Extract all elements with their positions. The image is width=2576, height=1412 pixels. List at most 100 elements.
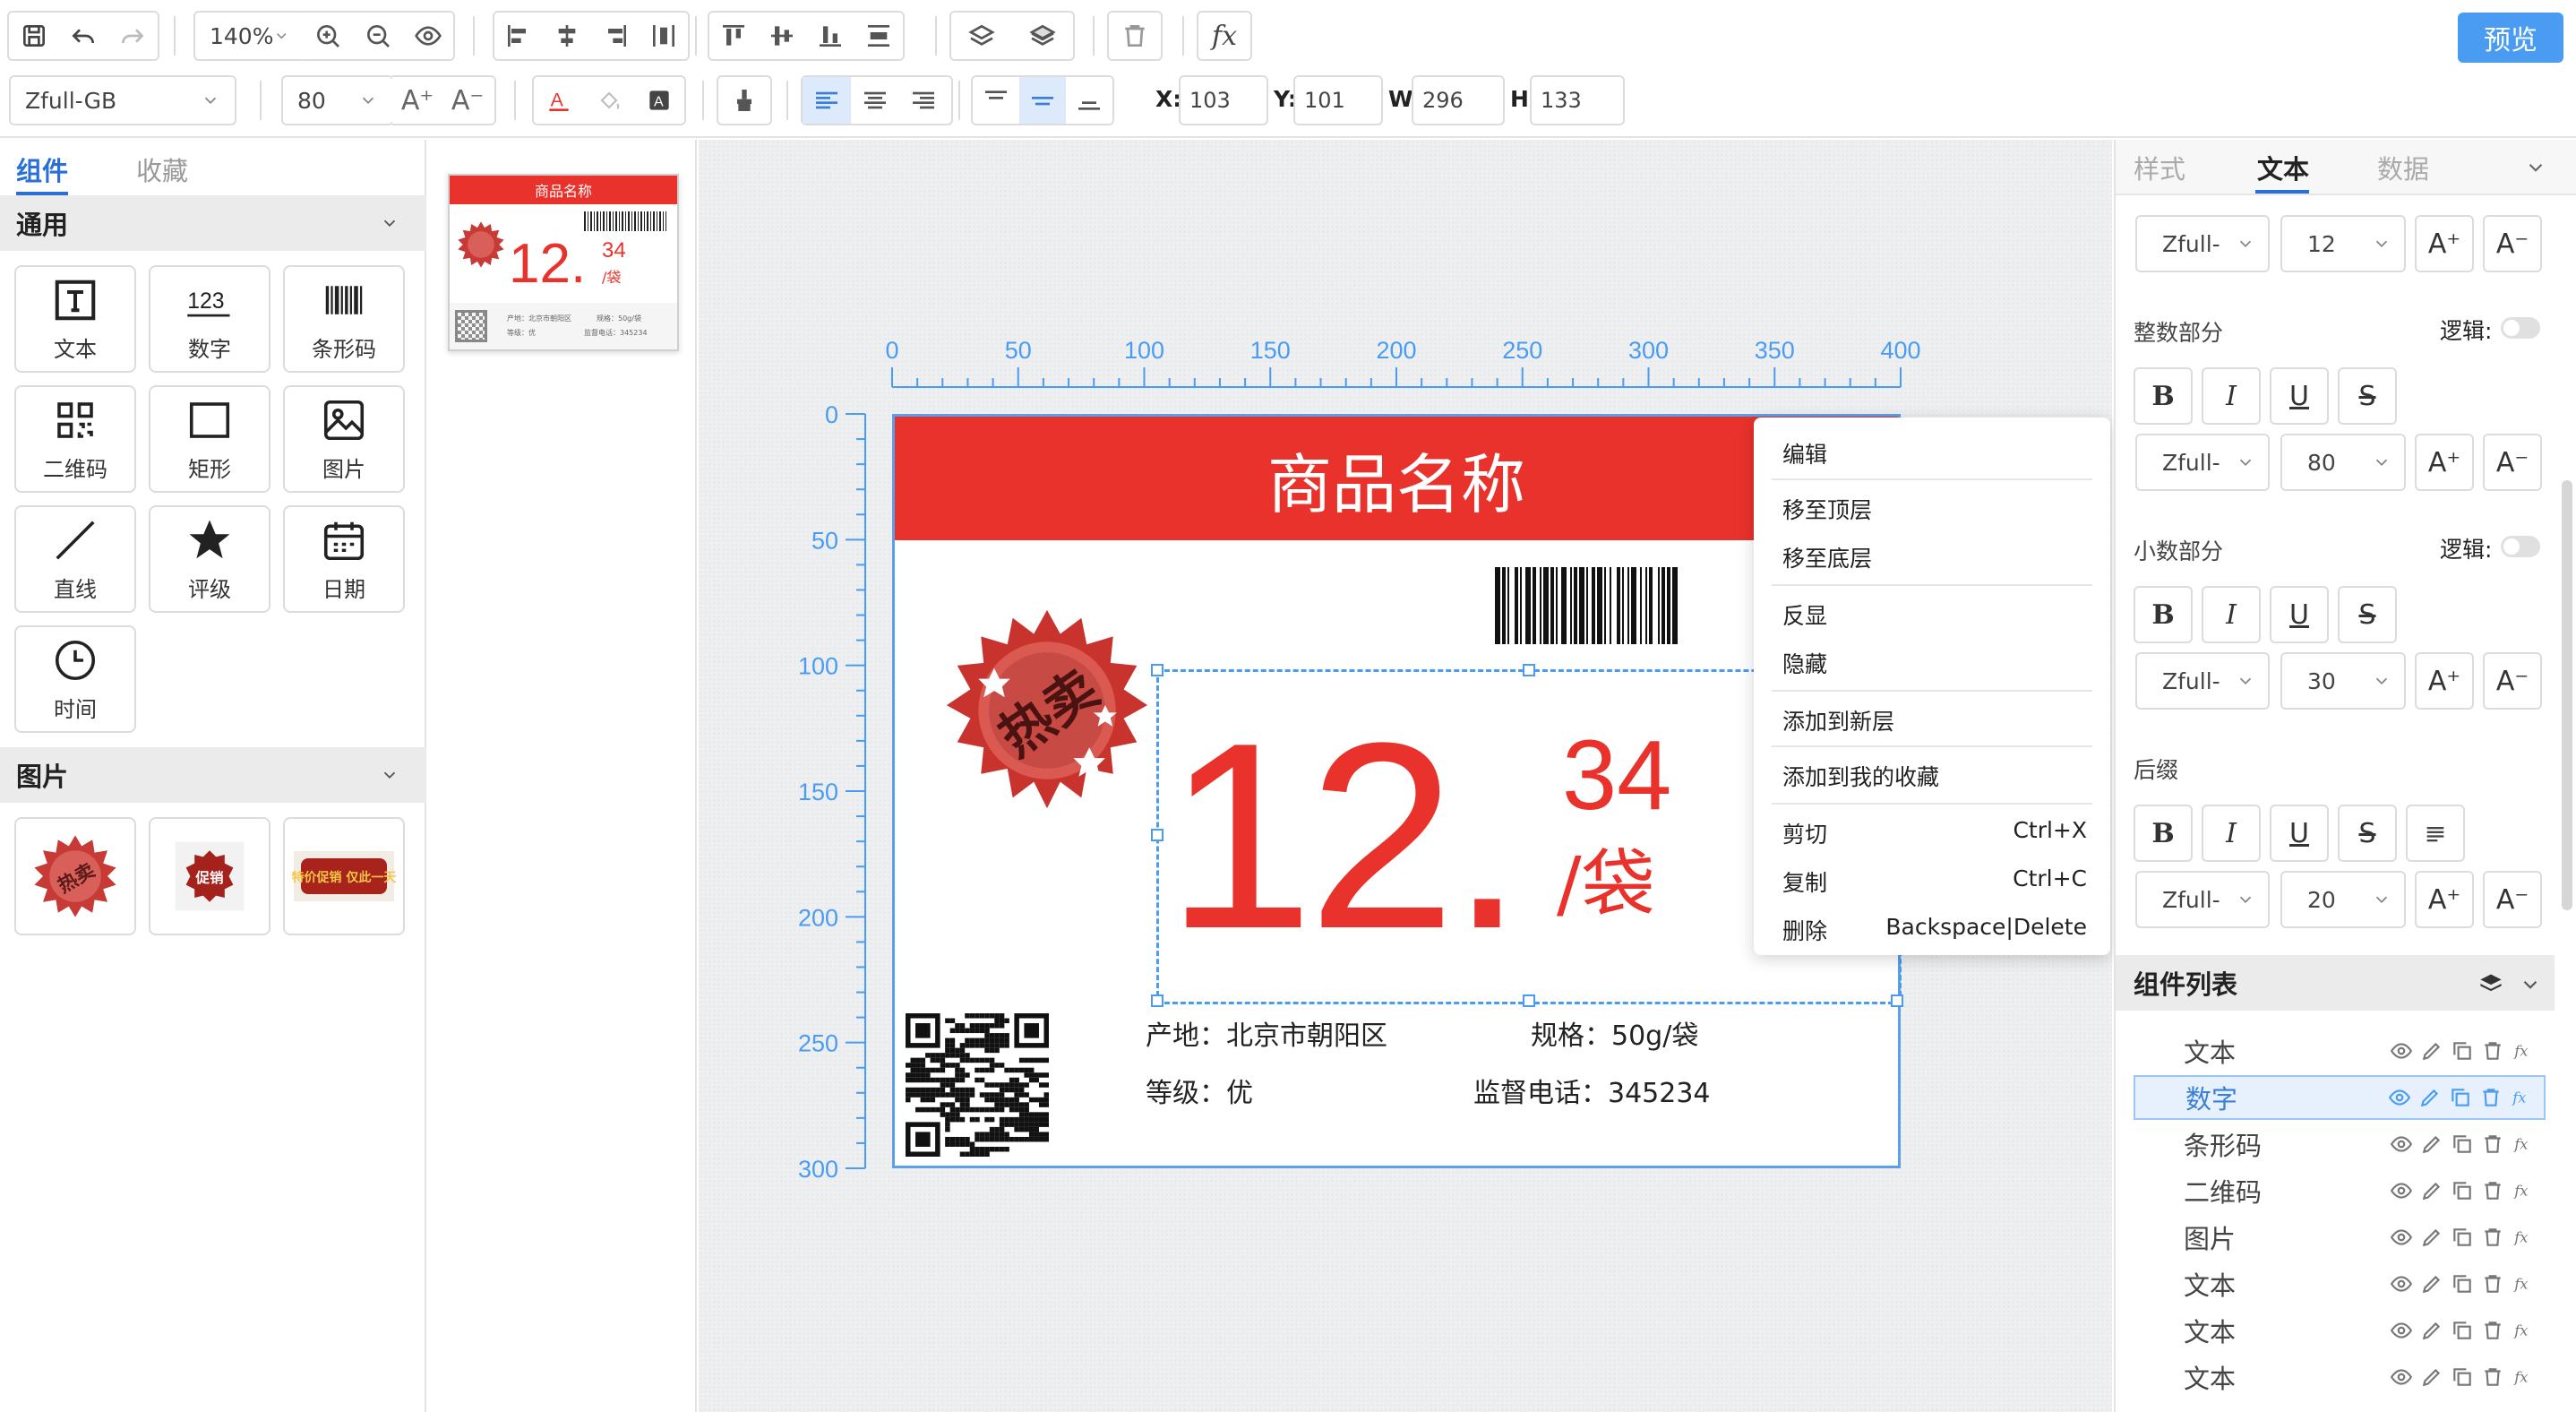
suffix-align-icon[interactable] bbox=[2406, 805, 2465, 862]
resize-handle-nw[interactable] bbox=[1151, 664, 1163, 676]
top-size-select[interactable]: 12 bbox=[2280, 215, 2406, 272]
duplicate-icon[interactable] bbox=[2451, 1272, 2474, 1296]
label-qrcode[interactable] bbox=[906, 1013, 1049, 1157]
edit-pencil-icon[interactable] bbox=[2420, 1272, 2443, 1296]
font-color-icon[interactable]: A bbox=[534, 77, 584, 124]
duplicate-icon[interactable] bbox=[2451, 1319, 2474, 1342]
edit-pencil-icon[interactable] bbox=[2420, 1365, 2443, 1389]
component-list-item[interactable]: 文本 fx bbox=[2134, 1261, 2546, 1306]
visibility-eye-icon[interactable] bbox=[2390, 1132, 2413, 1156]
decimal-bold-button[interactable]: B bbox=[2134, 586, 2193, 643]
tab-data[interactable]: 数据 bbox=[2377, 149, 2429, 186]
formula-icon[interactable]: fx bbox=[2510, 1086, 2533, 1109]
zoom-in-icon[interactable] bbox=[303, 13, 353, 59]
trash-icon[interactable] bbox=[2481, 1319, 2504, 1342]
component-list-item[interactable]: 数字 fx bbox=[2134, 1075, 2546, 1120]
component-text[interactable]: 文本 bbox=[14, 265, 136, 373]
resize-handle-n[interactable] bbox=[1523, 664, 1535, 676]
component-time[interactable]: 时间 bbox=[14, 625, 136, 733]
menu-item-invert[interactable]: 反显 bbox=[1782, 598, 2087, 631]
align-center-icon[interactable] bbox=[543, 13, 591, 59]
section-images-header[interactable]: 图片 bbox=[0, 747, 426, 803]
visibility-eye-icon[interactable] bbox=[2390, 1319, 2413, 1342]
font-decrease-icon[interactable]: A⁻ bbox=[2483, 434, 2542, 491]
edit-pencil-icon[interactable] bbox=[2420, 1226, 2443, 1249]
edit-pencil-icon[interactable] bbox=[2418, 1086, 2442, 1109]
tab-components[interactable]: 组件 bbox=[16, 151, 68, 188]
suffix-size-select[interactable]: 20 bbox=[2280, 871, 2406, 928]
menu-item-bring-to-front[interactable]: 移至顶层 bbox=[1782, 493, 2087, 525]
image-item-promo[interactable]: 促销 bbox=[149, 817, 270, 935]
resize-handle-se[interactable] bbox=[1891, 994, 1903, 1007]
trash-icon[interactable] bbox=[2479, 1086, 2503, 1109]
align-middle-icon[interactable] bbox=[758, 13, 806, 59]
trash-icon[interactable] bbox=[2481, 1179, 2504, 1202]
align-top-icon[interactable] bbox=[709, 13, 758, 59]
origin-field[interactable]: 产地：北京市朝阳区 bbox=[1146, 1013, 1387, 1053]
suffix-bold-button[interactable]: B bbox=[2134, 805, 2193, 862]
image-item-special-offer[interactable]: 特价促销 仅此一天 bbox=[283, 817, 405, 935]
visibility-eye-icon[interactable] bbox=[2390, 1179, 2413, 1202]
decimal-italic-button[interactable]: I bbox=[2202, 586, 2261, 643]
menu-item-send-to-back[interactable]: 移至底层 bbox=[1782, 541, 2087, 573]
font-decrease-icon[interactable]: A⁻ bbox=[2483, 652, 2542, 710]
send-backward-icon[interactable] bbox=[1012, 13, 1073, 59]
trash-icon[interactable] bbox=[2481, 1132, 2504, 1156]
font-increase-icon[interactable]: A⁺ bbox=[392, 77, 442, 124]
align-bottom-icon[interactable] bbox=[806, 13, 854, 59]
image-item-hot-sale[interactable]: 热卖 bbox=[14, 817, 136, 935]
fill-color-icon[interactable] bbox=[584, 77, 634, 124]
text-valign-middle-icon[interactable] bbox=[1019, 77, 1066, 124]
distribute-horizontal-icon[interactable] bbox=[640, 13, 688, 59]
font-decrease-icon[interactable]: A⁻ bbox=[2483, 215, 2542, 272]
decimal-strike-button[interactable]: S bbox=[2338, 586, 2397, 643]
formula-icon[interactable]: fx bbox=[2512, 1179, 2535, 1202]
decimal-logic-toggle[interactable] bbox=[2501, 536, 2540, 557]
trash-icon[interactable] bbox=[2481, 1365, 2504, 1389]
formula-icon[interactable]: fx bbox=[2512, 1039, 2535, 1063]
formula-icon[interactable]: fx bbox=[2512, 1319, 2535, 1342]
tab-text[interactable]: 文本 bbox=[2257, 149, 2309, 186]
component-list-item[interactable]: 二维码 fx bbox=[2134, 1168, 2546, 1213]
font-decrease-icon[interactable]: A⁻ bbox=[2483, 871, 2542, 928]
text-align-left-icon[interactable] bbox=[803, 77, 851, 124]
component-list-item[interactable]: 条形码 fx bbox=[2134, 1122, 2546, 1167]
integer-bold-button[interactable]: B bbox=[2134, 367, 2193, 425]
top-font-select[interactable]: Zfull- bbox=[2135, 215, 2270, 272]
menu-item-add-to-layer[interactable]: 添加到新层 bbox=[1782, 704, 2087, 736]
edit-pencil-icon[interactable] bbox=[2420, 1179, 2443, 1202]
font-size-select[interactable]: 80 bbox=[281, 75, 394, 125]
height-input[interactable]: 133 bbox=[1530, 75, 1625, 125]
formula-button[interactable]: fx bbox=[1197, 11, 1252, 61]
component-barcode[interactable]: 条形码 bbox=[283, 265, 405, 373]
align-left-icon[interactable] bbox=[494, 13, 543, 59]
decimal-font-select[interactable]: Zfull- bbox=[2135, 652, 2270, 710]
width-input[interactable]: 296 bbox=[1412, 75, 1505, 125]
duplicate-icon[interactable] bbox=[2449, 1086, 2472, 1109]
resize-handle-sw[interactable] bbox=[1151, 994, 1163, 1007]
edit-pencil-icon[interactable] bbox=[2420, 1039, 2443, 1063]
duplicate-icon[interactable] bbox=[2451, 1365, 2474, 1389]
decimal-size-select[interactable]: 30 bbox=[2280, 652, 2406, 710]
formula-icon[interactable]: fx bbox=[2512, 1226, 2535, 1249]
component-rectangle[interactable]: 矩形 bbox=[149, 385, 270, 493]
integer-logic-toggle[interactable] bbox=[2501, 317, 2540, 339]
visibility-eye-icon[interactable] bbox=[2390, 1272, 2413, 1296]
suffix-strike-button[interactable]: S bbox=[2338, 805, 2397, 862]
resize-handle-s[interactable] bbox=[1523, 994, 1535, 1007]
font-increase-icon[interactable]: A⁺ bbox=[2415, 215, 2474, 272]
font-increase-icon[interactable]: A⁺ bbox=[2415, 652, 2474, 710]
scrollbar-thumb[interactable] bbox=[2562, 480, 2572, 910]
zoom-select[interactable]: 140% bbox=[193, 11, 306, 61]
page-thumbnail[interactable]: 商品名称 12. 34 /袋 产地：北京市朝阳区 规格：50g/袋 等级：优 监… bbox=[448, 174, 679, 351]
trash-icon[interactable] bbox=[2481, 1272, 2504, 1296]
menu-item-cut[interactable]: 剪切 Ctrl+X bbox=[1782, 817, 2087, 849]
formula-icon[interactable]: fx bbox=[2512, 1132, 2535, 1156]
distribute-vertical-icon[interactable] bbox=[854, 13, 903, 59]
x-position-input[interactable]: 103 bbox=[1179, 75, 1268, 125]
text-background-icon[interactable]: A bbox=[634, 77, 684, 124]
visibility-eye-icon[interactable] bbox=[2388, 1086, 2411, 1109]
resize-handle-w[interactable] bbox=[1151, 829, 1163, 841]
menu-item-copy[interactable]: 复制 Ctrl+C bbox=[1782, 865, 2087, 898]
text-align-right-icon[interactable] bbox=[899, 77, 948, 124]
